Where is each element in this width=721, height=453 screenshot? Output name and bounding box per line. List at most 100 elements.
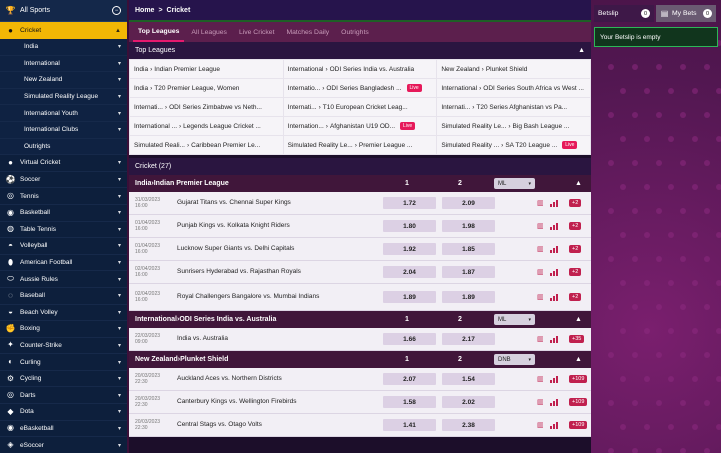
caret-up-icon[interactable]: ▲ bbox=[575, 180, 582, 187]
chart-icon[interactable] bbox=[550, 293, 558, 301]
tab-matches-daily[interactable]: Matches Daily bbox=[281, 22, 334, 42]
event-teams[interactable]: Punjab Kings vs. Kolkata Knight Riders bbox=[177, 222, 377, 230]
league-link[interactable]: Internati... › T20 Series Afghanistan vs… bbox=[437, 98, 590, 116]
collapse-icon[interactable]: − bbox=[112, 6, 121, 15]
sidebar-item[interactable]: ⬮ American Football ▾ bbox=[0, 255, 127, 272]
sidebar-item[interactable]: ✊ Boxing ▾ bbox=[0, 321, 127, 338]
odds-button-2[interactable]: 2.38 bbox=[442, 419, 495, 431]
stats-icon[interactable]: ▥ bbox=[537, 375, 544, 383]
sidebar-item[interactable]: ◉ Basketball ▾ bbox=[0, 205, 127, 222]
top-leagues-header[interactable]: Top Leagues ▲ bbox=[129, 42, 591, 59]
odds-button-1[interactable]: 1.66 bbox=[383, 333, 436, 345]
sidebar-subitem[interactable]: Simulated Reality League ▾ bbox=[0, 88, 127, 106]
league-group-header[interactable]: International › ODI Series India vs. Aus… bbox=[129, 311, 591, 328]
league-link[interactable]: New Zealand › Plunket Shield bbox=[437, 60, 590, 78]
league-link[interactable]: Internatio... › ODI Series Bangladesh ..… bbox=[283, 79, 437, 97]
sidebar-item[interactable]: ◓ Volleyball ▾ bbox=[0, 238, 127, 255]
sidebar-item[interactable]: ◈ eSoccer ▾ bbox=[0, 437, 127, 453]
caret-up-icon[interactable]: ▲ bbox=[575, 316, 582, 323]
market-select[interactable]: ML ▾ bbox=[494, 314, 535, 325]
sidebar-item[interactable]: ✦ Counter-Strike ▾ bbox=[0, 338, 127, 355]
more-markets-badge[interactable]: +35 bbox=[569, 335, 585, 343]
stats-icon[interactable]: ▥ bbox=[537, 199, 544, 207]
sidebar-item[interactable]: ◍ Table Tennis ▾ bbox=[0, 222, 127, 239]
sidebar-subitem[interactable]: International Youth ▾ bbox=[0, 105, 127, 122]
sidebar-item-cricket[interactable]: ● Cricket ▲ bbox=[0, 22, 127, 39]
chart-icon[interactable] bbox=[550, 421, 558, 429]
odds-button-2[interactable]: 2.02 bbox=[442, 396, 495, 408]
league-link[interactable]: International › ODI Series South Africa … bbox=[437, 79, 590, 97]
odds-button-2[interactable]: 1.89 bbox=[442, 291, 495, 303]
sidebar-item[interactable]: ◆ Dota ▾ bbox=[0, 404, 127, 421]
sidebar-item[interactable]: ⬭ Aussie Rules ▾ bbox=[0, 271, 127, 288]
odds-button-2[interactable]: 1.54 bbox=[442, 373, 495, 385]
more-markets-badge[interactable]: +2 bbox=[569, 293, 582, 301]
league-link[interactable]: Simulated Reality ... › SA T20 League ..… bbox=[437, 136, 590, 154]
stats-icon[interactable]: ▥ bbox=[537, 245, 544, 253]
sidebar-subitem[interactable]: International Clubs ▾ bbox=[0, 121, 127, 139]
event-teams[interactable]: Auckland Aces vs. Northern Districts bbox=[177, 375, 377, 383]
more-markets-badge[interactable]: +109 bbox=[569, 375, 588, 383]
odds-button-2[interactable]: 1.85 bbox=[442, 243, 495, 255]
tab-outrights[interactable]: Outrights bbox=[336, 22, 374, 42]
event-teams[interactable]: Central Stags vs. Otago Volts bbox=[177, 421, 377, 429]
league-link[interactable]: India › Indian Premier League bbox=[130, 60, 283, 78]
event-row[interactable]: 01/04/2023 16:00 Punjab Kings vs. Kolkata … bbox=[129, 215, 591, 238]
chart-icon[interactable] bbox=[550, 245, 558, 253]
league-link[interactable]: Internati... › ODI Series Zimbabwe vs Ne… bbox=[130, 98, 283, 116]
event-row[interactable]: 02/04/2023 16:00 Sunrisers Hyderabad vs. R… bbox=[129, 261, 591, 284]
league-link[interactable]: India › T20 Premier League, Women bbox=[130, 79, 283, 97]
tab-live-cricket[interactable]: Live Cricket bbox=[234, 22, 280, 42]
odds-button-1[interactable]: 1.41 bbox=[383, 419, 436, 431]
stats-icon[interactable]: ▥ bbox=[537, 268, 544, 276]
odds-button-2[interactable]: 1.87 bbox=[442, 266, 495, 278]
event-row[interactable]: 20/03/2023 22:30 Canterbury Kings vs. Well… bbox=[129, 391, 591, 414]
more-markets-badge[interactable]: +109 bbox=[569, 421, 588, 429]
more-markets-badge[interactable]: +2 bbox=[569, 222, 582, 230]
sidebar-subitem[interactable]: India ▾ bbox=[0, 39, 127, 56]
sidebar-item[interactable]: ◎ Darts ▾ bbox=[0, 387, 127, 405]
tab-betslip[interactable]: Betslip 0 bbox=[594, 5, 654, 22]
odds-button-2[interactable]: 1.98 bbox=[442, 220, 495, 232]
more-markets-badge[interactable]: +109 bbox=[569, 398, 588, 406]
odds-button-2[interactable]: 2.17 bbox=[442, 333, 495, 345]
league-link[interactable]: International › ODI Series India vs. Aus… bbox=[283, 60, 437, 78]
sidebar-item[interactable]: ◉ eBasketball ▾ bbox=[0, 421, 127, 438]
caret-up-icon[interactable]: ▲ bbox=[575, 356, 582, 363]
event-row[interactable]: 22/03/2023 09:00 India vs. Australia 1.66 2.… bbox=[129, 328, 591, 351]
stats-icon[interactable]: ▥ bbox=[537, 421, 544, 429]
caret-up-icon[interactable]: ▲ bbox=[578, 47, 585, 54]
stats-icon[interactable]: ▥ bbox=[537, 398, 544, 406]
tab-my-bets[interactable]: ▤ My Bets 0 bbox=[656, 5, 716, 22]
stats-icon[interactable]: ▥ bbox=[537, 335, 544, 343]
event-row[interactable]: 20/03/2023 22:30 Auckland Aces vs. Norther… bbox=[129, 368, 591, 391]
odds-button-1[interactable]: 1.89 bbox=[383, 291, 436, 303]
odds-button-1[interactable]: 1.72 bbox=[383, 197, 436, 209]
league-link[interactable]: Internation... › Afghanistan U19 OD... Li… bbox=[283, 117, 437, 135]
league-link[interactable]: Simulated Reali... › Caribbean Premier L… bbox=[130, 136, 283, 154]
sidebar-item[interactable]: ◐ Curling ▾ bbox=[0, 354, 127, 371]
market-select[interactable]: DNB ▾ bbox=[494, 354, 535, 365]
chart-icon[interactable] bbox=[550, 375, 558, 383]
league-link[interactable]: Simulated Reality Le... › Big Bash Leagu… bbox=[437, 117, 590, 135]
market-select[interactable]: ML ▾ bbox=[494, 178, 535, 189]
odds-button-1[interactable]: 1.92 bbox=[383, 243, 436, 255]
league-link[interactable]: Internati... › T10 European Cricket Leag… bbox=[283, 98, 437, 116]
event-row[interactable]: 31/03/2023 16:00 Gujarat Titans vs. Chenna… bbox=[129, 192, 591, 215]
all-sports-item[interactable]: 🏆 All Sports − bbox=[0, 0, 127, 22]
chart-icon[interactable] bbox=[550, 268, 558, 276]
league-group-header[interactable]: India › Indian Premier League 1 2 ML ▾ ▲ bbox=[129, 175, 591, 192]
sidebar-subitem[interactable]: Outrights bbox=[0, 138, 127, 156]
event-teams[interactable]: India vs. Australia bbox=[177, 335, 377, 343]
league-group-header[interactable]: New Zealand › Plunket Shield 1 2 DNB ▾ ▲ bbox=[129, 351, 591, 368]
event-teams[interactable]: Sunrisers Hyderabad vs. Rajasthan Royals bbox=[177, 268, 377, 276]
breadcrumb-home[interactable]: Home bbox=[135, 7, 154, 14]
chart-icon[interactable] bbox=[550, 222, 558, 230]
event-row[interactable]: 01/04/2023 16:00 Lucknow Super Giants vs. … bbox=[129, 238, 591, 261]
league-link[interactable]: Simulated Reality Le... › Premier League… bbox=[283, 136, 437, 154]
tab-all-leagues[interactable]: All Leagues bbox=[186, 22, 232, 42]
sidebar-item[interactable]: ⚙ Cycling ▾ bbox=[0, 371, 127, 388]
chart-icon[interactable] bbox=[550, 335, 558, 343]
odds-button-1[interactable]: 1.58 bbox=[383, 396, 436, 408]
sidebar-item[interactable]: ◒ Beach Volley ▾ bbox=[0, 305, 127, 322]
